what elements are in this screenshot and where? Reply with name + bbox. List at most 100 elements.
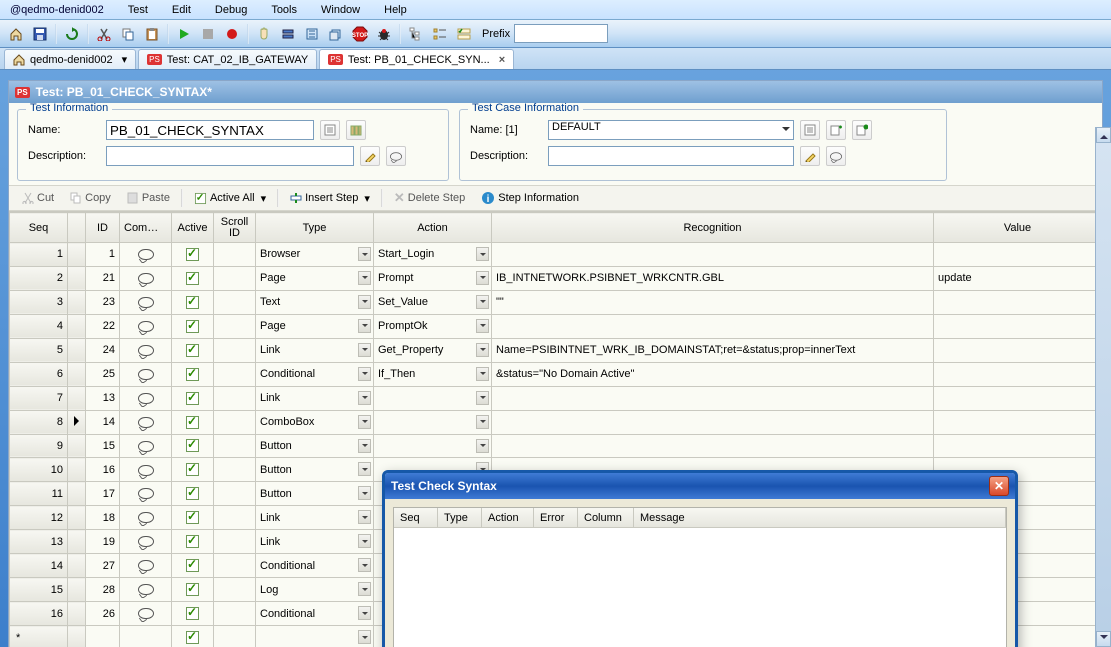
active-cell[interactable] bbox=[172, 362, 214, 386]
row-indicator[interactable] bbox=[68, 434, 86, 458]
type-cell[interactable]: Conditional bbox=[256, 554, 374, 578]
hand-button[interactable] bbox=[253, 23, 275, 45]
active-cell[interactable] bbox=[172, 434, 214, 458]
scroll-id-cell[interactable] bbox=[214, 362, 256, 386]
comment-cell[interactable] bbox=[120, 530, 172, 554]
id-cell[interactable]: 28 bbox=[86, 578, 120, 602]
scroll-id-cell[interactable] bbox=[214, 530, 256, 554]
refresh-button[interactable] bbox=[61, 23, 83, 45]
row-indicator[interactable] bbox=[68, 482, 86, 506]
comment-cell[interactable] bbox=[120, 290, 172, 314]
comment-cell[interactable] bbox=[120, 506, 172, 530]
row-indicator[interactable] bbox=[68, 266, 86, 290]
row-indicator[interactable] bbox=[68, 362, 86, 386]
col-scroll-id[interactable]: ScrollID bbox=[214, 213, 256, 243]
tree-button[interactable] bbox=[405, 23, 427, 45]
chevron-down-icon[interactable] bbox=[358, 439, 371, 453]
id-cell[interactable]: 23 bbox=[86, 290, 120, 314]
recognition-cell[interactable] bbox=[492, 410, 934, 434]
chevron-down-icon[interactable] bbox=[358, 462, 371, 476]
comment-cell[interactable] bbox=[120, 314, 172, 338]
type-cell[interactable]: Button bbox=[256, 434, 374, 458]
chevron-down-icon[interactable] bbox=[476, 415, 489, 429]
active-cell[interactable] bbox=[172, 386, 214, 410]
type-cell[interactable]: Link bbox=[256, 530, 374, 554]
seq-cell[interactable]: 3 bbox=[10, 290, 68, 314]
type-cell[interactable]: Browser bbox=[256, 243, 374, 267]
cut-step-button[interactable]: Cut bbox=[15, 189, 61, 207]
type-cell[interactable]: ComboBox bbox=[256, 410, 374, 434]
syntax-results-grid[interactable]: Seq Type Action Error Column Message bbox=[393, 507, 1007, 647]
value-cell[interactable] bbox=[934, 410, 1102, 434]
menu-edit[interactable]: Edit bbox=[160, 2, 203, 18]
cut-button[interactable] bbox=[93, 23, 115, 45]
seq-cell[interactable]: 11 bbox=[10, 482, 68, 506]
type-cell[interactable]: Link bbox=[256, 506, 374, 530]
seq-cell[interactable]: 9 bbox=[10, 434, 68, 458]
active-cell[interactable] bbox=[172, 554, 214, 578]
row-indicator[interactable] bbox=[68, 578, 86, 602]
col-column[interactable]: Column bbox=[578, 508, 634, 528]
toggle-breakpoint-button[interactable] bbox=[277, 23, 299, 45]
menu-window[interactable]: Window bbox=[309, 2, 372, 18]
recognition-cell[interactable]: "" bbox=[492, 290, 934, 314]
seq-cell[interactable]: 4 bbox=[10, 314, 68, 338]
type-cell[interactable]: Page bbox=[256, 266, 374, 290]
vertical-scrollbar[interactable] bbox=[1095, 127, 1111, 647]
active-cell[interactable] bbox=[172, 578, 214, 602]
seq-cell[interactable]: 2 bbox=[10, 266, 68, 290]
comment-cell[interactable] bbox=[120, 410, 172, 434]
menu-app[interactable]: @qedmo-denid002 bbox=[6, 2, 116, 18]
seq-cell[interactable]: 1 bbox=[10, 243, 68, 267]
comment-cell[interactable] bbox=[120, 243, 172, 267]
chevron-down-icon[interactable] bbox=[476, 391, 489, 405]
col-action[interactable]: Action bbox=[482, 508, 534, 528]
type-cell[interactable]: Button bbox=[256, 458, 374, 482]
col-type[interactable]: Type bbox=[256, 213, 374, 243]
table-row[interactable]: 323TextSet_Value"" bbox=[10, 290, 1102, 314]
comment-cell[interactable] bbox=[120, 578, 172, 602]
seq-cell[interactable]: 13 bbox=[10, 530, 68, 554]
col-blank[interactable] bbox=[68, 213, 86, 243]
tab-test-1[interactable]: PS Test: CAT_02_IB_GATEWAY bbox=[138, 49, 317, 69]
comment-cell[interactable] bbox=[120, 482, 172, 506]
id-cell[interactable]: 22 bbox=[86, 314, 120, 338]
col-value[interactable]: Value bbox=[934, 213, 1102, 243]
col-active[interactable]: Active bbox=[172, 213, 214, 243]
type-cell[interactable]: Link bbox=[256, 338, 374, 362]
active-cell[interactable] bbox=[172, 410, 214, 434]
action-cell[interactable] bbox=[374, 386, 492, 410]
delete-case-button[interactable] bbox=[852, 120, 872, 140]
comment-cell[interactable] bbox=[120, 362, 172, 386]
list-button[interactable] bbox=[429, 23, 451, 45]
scroll-id-cell[interactable] bbox=[214, 290, 256, 314]
row-indicator[interactable] bbox=[68, 506, 86, 530]
menu-help[interactable]: Help bbox=[372, 2, 419, 18]
scroll-id-cell[interactable] bbox=[214, 482, 256, 506]
table-row[interactable]: 11BrowserStart_Login bbox=[10, 243, 1102, 267]
row-indicator[interactable] bbox=[68, 530, 86, 554]
row-indicator[interactable] bbox=[68, 554, 86, 578]
chevron-down-icon[interactable] bbox=[358, 391, 371, 405]
menu-debug[interactable]: Debug bbox=[203, 2, 259, 18]
action-cell[interactable]: Start_Login bbox=[374, 243, 492, 267]
action-cell[interactable]: Prompt bbox=[374, 266, 492, 290]
action-cell[interactable]: Get_Property bbox=[374, 338, 492, 362]
type-cell[interactable]: Conditional bbox=[256, 362, 374, 386]
action-cell[interactable]: PromptOk bbox=[374, 314, 492, 338]
edit-case-desc-button[interactable] bbox=[800, 146, 820, 166]
case-properties-button[interactable] bbox=[800, 120, 820, 140]
copy-step-button[interactable]: Copy bbox=[63, 189, 118, 207]
id-cell[interactable]: 17 bbox=[86, 482, 120, 506]
id-cell[interactable]: 25 bbox=[86, 362, 120, 386]
comment-cell[interactable] bbox=[120, 338, 172, 362]
tasks-button[interactable] bbox=[453, 23, 475, 45]
value-cell[interactable]: update bbox=[934, 266, 1102, 290]
paste-step-button[interactable]: Paste bbox=[120, 189, 177, 207]
tab-home[interactable]: qedmo-denid002 ▾ bbox=[4, 49, 136, 69]
record-button[interactable] bbox=[221, 23, 243, 45]
type-cell[interactable]: Link bbox=[256, 386, 374, 410]
chevron-down-icon[interactable] bbox=[358, 271, 371, 285]
active-cell[interactable] bbox=[172, 458, 214, 482]
chevron-down-icon[interactable] bbox=[476, 271, 489, 285]
